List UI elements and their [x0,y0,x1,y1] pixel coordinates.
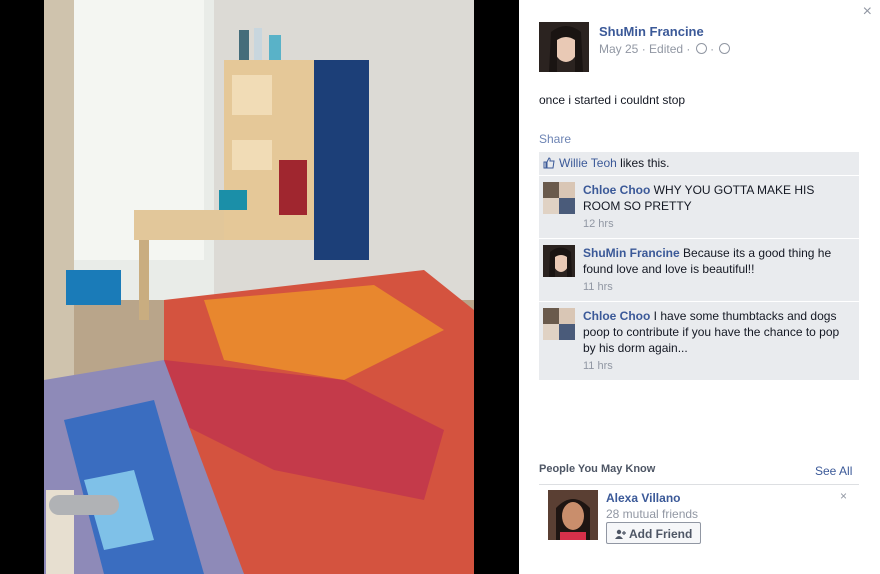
see-all-link[interactable]: See All [815,464,852,478]
post-sidebar: × ShuMin Francine May 25 · Edited · · on… [519,0,880,574]
edited-label[interactable]: · Edited · [642,42,691,56]
suggested-friend-avatar[interactable] [548,490,598,540]
suggested-friend-name[interactable]: Alexa Villano [606,491,680,505]
commenter-avatar-image [543,182,575,214]
post-date[interactable]: May 25 [599,42,638,56]
commenter-avatar-image [543,308,575,340]
photo-viewer [0,0,519,574]
comment-author[interactable]: ShuMin Francine [583,246,680,260]
post-meta: May 25 · Edited · · [599,42,731,56]
meta-separator: · [710,42,715,56]
comment: Chloe Choo WHY YOU GOTTA MAKE HIS ROOM S… [539,176,859,239]
add-friend-button[interactable]: Add Friend [606,522,701,544]
share-link[interactable]: Share [539,132,571,146]
commenter-avatar[interactable] [543,245,575,277]
clock-icon [695,43,707,54]
dismiss-suggestion-icon[interactable]: × [840,489,847,503]
likes-suffix: likes this. [616,156,670,170]
comments-panel: Willie Teoh likes this. Chloe Choo WHY Y… [539,152,859,381]
post-text: once i started i couldnt stop [539,93,686,107]
close-icon[interactable]: × [863,2,872,22]
comment-time[interactable]: 12 hrs [583,216,851,232]
commenter-avatar[interactable] [543,308,575,340]
suggested-friend-avatar-image [548,490,598,540]
pymk-title: People You May Know [539,463,656,475]
commenter-avatar-image [543,245,575,277]
like-thumb-icon [543,157,555,169]
liker-name[interactable]: Willie Teoh [559,156,617,170]
author-name[interactable]: ShuMin Francine [599,24,704,39]
comment-time[interactable]: 11 hrs [583,279,851,295]
commenter-avatar[interactable] [543,182,575,214]
comment: ShuMin Francine Because its a good thing… [539,239,859,302]
mutual-friends-count[interactable]: 28 mutual friends [606,507,698,521]
bedroom-photo [44,0,474,574]
comment: Chloe Choo I have some thumbtacks and do… [539,302,859,381]
post-photo[interactable] [44,0,474,574]
comment-author[interactable]: Chloe Choo [583,309,650,323]
likes-row: Willie Teoh likes this. [539,152,859,176]
author-avatar-image [539,22,589,72]
comment-time[interactable]: 11 hrs [583,358,851,374]
add-friend-label: Add Friend [629,527,693,541]
add-friend-icon [615,529,626,539]
globe-icon[interactable] [719,43,731,54]
divider [539,484,859,485]
comment-author[interactable]: Chloe Choo [583,183,650,197]
author-avatar[interactable] [539,22,589,72]
